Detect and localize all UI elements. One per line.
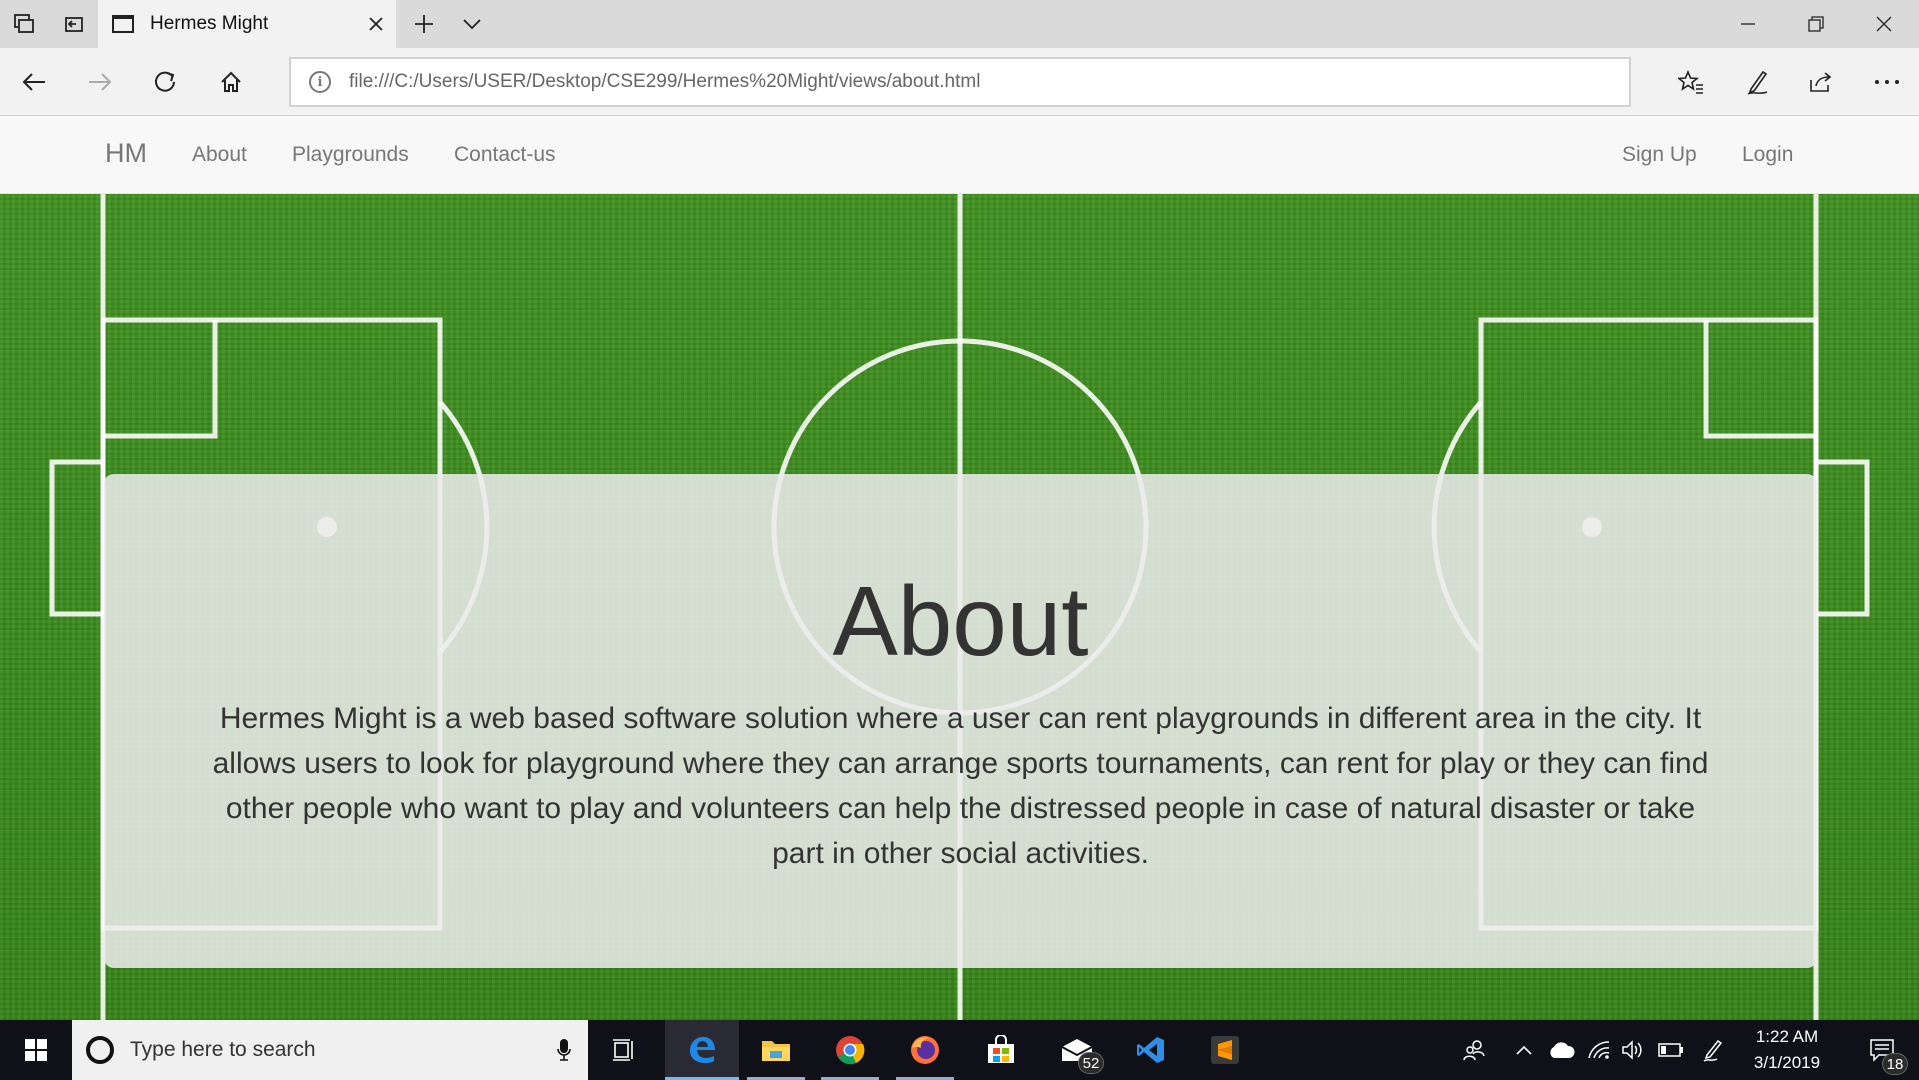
nav-link-about[interactable]: About (192, 143, 247, 167)
nav-link-login[interactable]: Login (1742, 143, 1793, 167)
restore-icon[interactable] (1782, 0, 1850, 48)
home-icon[interactable] (203, 54, 259, 110)
browser-tab-bar: Hermes Might (0, 0, 1919, 48)
taskbar-search-box[interactable]: Type here to search (72, 1020, 588, 1080)
web-page: HM About Playgrounds Contact-us Sign Up … (0, 116, 1919, 1020)
windows-taskbar: Type here to search 52 1:22 AM 3/1/2019 … (0, 1020, 1919, 1080)
tab-actions-icon[interactable] (0, 0, 48, 48)
wifi-icon[interactable] (1582, 1020, 1616, 1080)
nav-link-sign-up[interactable]: Sign Up (1622, 143, 1697, 167)
nav-link-playgrounds[interactable]: Playgrounds (292, 143, 409, 167)
mail-count-badge: 52 (1078, 1052, 1104, 1074)
microphone-icon[interactable] (540, 1038, 588, 1062)
taskbar-clock[interactable]: 1:22 AM 3/1/2019 (1742, 1020, 1832, 1080)
nav-link-contact-us[interactable]: Contact-us (454, 143, 556, 167)
show-hidden-icons-chevron-icon[interactable] (1507, 1020, 1541, 1080)
sublime-text-icon[interactable] (1188, 1020, 1262, 1080)
firefox-icon[interactable] (888, 1020, 962, 1080)
microsoft-store-icon[interactable] (964, 1020, 1038, 1080)
web-note-pen-icon[interactable] (1729, 54, 1785, 110)
new-tab-icon[interactable] (400, 0, 448, 48)
volume-icon[interactable] (1616, 1020, 1650, 1080)
people-icon[interactable] (1452, 1020, 1496, 1080)
forward-arrow-icon[interactable] (72, 54, 128, 110)
cortana-icon (86, 1036, 114, 1064)
onedrive-cloud-icon[interactable] (1543, 1020, 1579, 1080)
url-text: file:///C:/Users/USER/Desktop/CSE299/Her… (349, 71, 981, 92)
brand-logo-link[interactable]: HM (105, 138, 147, 169)
file-explorer-icon[interactable] (739, 1020, 813, 1080)
page-icon (112, 15, 134, 33)
about-description: Hermes Might is a web based software sol… (212, 702, 1709, 870)
tab-title: Hermes Might (150, 13, 269, 34)
tab-preview-chevron-icon[interactable] (448, 0, 496, 48)
chrome-icon[interactable] (813, 1020, 887, 1080)
share-icon[interactable] (1793, 54, 1849, 110)
set-aside-tabs-icon[interactable] (50, 0, 98, 48)
refresh-icon[interactable] (137, 54, 193, 110)
windows-start-icon[interactable] (0, 1020, 72, 1080)
back-arrow-icon[interactable] (6, 54, 62, 110)
about-panel: About Hermes Might is a web based softwa… (104, 474, 1817, 968)
about-heading: About (832, 566, 1089, 676)
search-placeholder: Type here to search (130, 1038, 316, 1061)
action-center-icon[interactable]: 18 (1852, 1020, 1912, 1080)
clock-time: 1:22 AM (1755, 1027, 1819, 1046)
vscode-icon[interactable] (1114, 1020, 1188, 1080)
site-info-icon[interactable]: i (309, 71, 331, 93)
close-tab-icon[interactable] (356, 0, 396, 48)
more-options-icon[interactable] (1859, 54, 1915, 110)
browser-address-bar: i file:///C:/Users/USER/Desktop/CSE299/H… (0, 48, 1919, 116)
favorites-icon[interactable] (1663, 54, 1719, 110)
site-navbar: HM About Playgrounds Contact-us Sign Up … (0, 116, 1919, 194)
task-view-icon[interactable] (588, 1020, 662, 1080)
battery-icon[interactable] (1652, 1020, 1690, 1080)
active-tab[interactable]: Hermes Might (98, 0, 396, 48)
windows-ink-pen-icon[interactable] (1694, 1020, 1732, 1080)
address-field[interactable]: i file:///C:/Users/USER/Desktop/CSE299/H… (289, 57, 1631, 107)
mail-icon[interactable]: 52 (1040, 1020, 1114, 1080)
notification-count-badge: 18 (1882, 1053, 1908, 1075)
close-window-icon[interactable] (1850, 0, 1918, 48)
minimize-icon[interactable] (1714, 0, 1782, 48)
edge-browser-icon[interactable] (665, 1020, 739, 1080)
clock-date: 3/1/2019 (1753, 1053, 1821, 1072)
